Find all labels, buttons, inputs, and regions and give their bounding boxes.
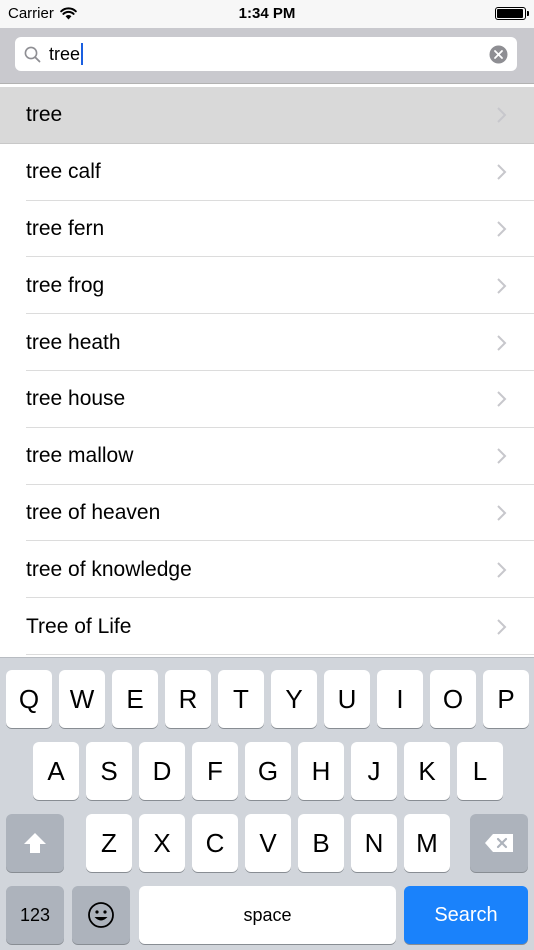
- key-u[interactable]: U: [324, 670, 370, 728]
- result-label: tree fern: [26, 216, 105, 240]
- key-g[interactable]: G: [245, 742, 291, 800]
- result-label: tree: [26, 103, 63, 127]
- key-p[interactable]: P: [483, 670, 529, 728]
- search-input-text: tree: [49, 43, 81, 64]
- result-row[interactable]: tree of knowledge: [0, 541, 534, 599]
- result-row[interactable]: tree calf: [0, 143, 534, 201]
- key-e[interactable]: E: [112, 670, 158, 728]
- text-caret: [81, 43, 84, 65]
- key-k[interactable]: K: [404, 742, 450, 800]
- keyboard: Q W E R T Y U I O P A S D F G H J K L Z …: [0, 657, 534, 950]
- result-row[interactable]: tree frog: [0, 257, 534, 315]
- shift-key[interactable]: [6, 814, 64, 872]
- battery-icon: [495, 7, 529, 20]
- chevron-right-icon: [497, 107, 507, 124]
- status-bar: Carrier 1:34 PM: [0, 0, 534, 28]
- key-f[interactable]: F: [192, 742, 238, 800]
- result-row[interactable]: tree mallow: [0, 427, 534, 485]
- result-label: tree of heaven: [26, 500, 161, 524]
- chevron-right-icon: [497, 618, 507, 635]
- result-label: tree of knowledge: [26, 557, 192, 581]
- chevron-right-icon: [497, 164, 507, 180]
- key-j[interactable]: J: [351, 742, 397, 800]
- search-key[interactable]: Search: [404, 886, 528, 944]
- clear-x-icon[interactable]: [479, 37, 517, 71]
- delete-key[interactable]: [470, 814, 528, 872]
- shift-arrow-icon: [24, 833, 46, 853]
- key-o[interactable]: O: [430, 670, 476, 728]
- backspace-icon: [485, 834, 513, 852]
- result-row[interactable]: tree of heaven: [0, 484, 534, 542]
- key-d[interactable]: D: [139, 742, 185, 800]
- chevron-right-icon: [497, 391, 507, 408]
- result-row[interactable]: tree heath: [0, 314, 534, 371]
- chevron-right-icon: [497, 505, 507, 521]
- key-w[interactable]: W: [59, 670, 105, 728]
- result-label: tree house: [26, 387, 126, 411]
- space-key[interactable]: space: [139, 886, 396, 944]
- magnifier-icon: [15, 37, 49, 71]
- result-row[interactable]: tree house: [0, 370, 534, 428]
- key-x[interactable]: X: [139, 814, 185, 872]
- key-y[interactable]: Y: [271, 670, 317, 728]
- key-h[interactable]: H: [298, 742, 344, 800]
- chevron-right-icon: [497, 221, 507, 237]
- key-s[interactable]: S: [86, 742, 132, 800]
- chevron-right-icon: [497, 562, 507, 578]
- chevron-right-icon: [497, 334, 507, 351]
- key-i[interactable]: I: [377, 670, 423, 728]
- search-field[interactable]: tree: [15, 37, 517, 71]
- result-label: tree heath: [26, 330, 121, 354]
- result-label: tree frog: [26, 273, 105, 297]
- key-q[interactable]: Q: [6, 670, 52, 728]
- result-label: tree calf: [26, 160, 101, 184]
- key-b[interactable]: B: [298, 814, 344, 872]
- numbers-key[interactable]: 123: [6, 886, 64, 944]
- chevron-right-icon: [497, 278, 507, 294]
- key-c[interactable]: C: [192, 814, 238, 872]
- status-time: 1:34 PM: [238, 5, 296, 22]
- result-row[interactable]: tree: [0, 87, 534, 144]
- key-m[interactable]: M: [404, 814, 450, 872]
- result-label: tree mallow: [26, 444, 134, 468]
- result-label: Tree of Life: [26, 614, 132, 638]
- key-l[interactable]: L: [457, 742, 503, 800]
- result-row[interactable]: tree fern: [0, 200, 534, 258]
- results-list: tree tree calf tree fern tree frog tree …: [0, 87, 534, 657]
- search-input[interactable]: tree: [49, 37, 479, 71]
- key-r[interactable]: R: [165, 670, 211, 728]
- emoji-key[interactable]: [72, 886, 130, 944]
- key-n[interactable]: N: [351, 814, 397, 872]
- chevron-right-icon: [497, 448, 507, 464]
- search-bar: tree: [0, 28, 534, 84]
- key-a[interactable]: A: [33, 742, 79, 800]
- key-v[interactable]: V: [245, 814, 291, 872]
- battery-fill: [497, 9, 523, 18]
- emoji-smiley-icon: [88, 902, 114, 928]
- result-row[interactable]: Tree of Life: [0, 598, 534, 655]
- key-t[interactable]: T: [218, 670, 264, 728]
- key-z[interactable]: Z: [86, 814, 132, 872]
